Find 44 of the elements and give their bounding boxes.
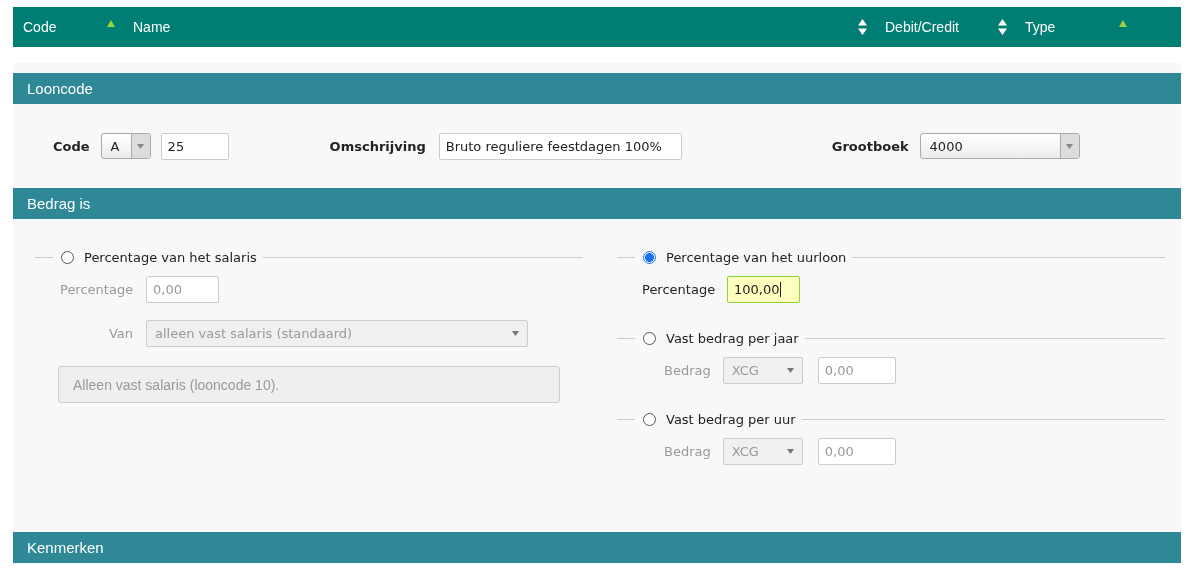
amount-input[interactable]: 0,00 xyxy=(817,357,896,384)
radio-button[interactable] xyxy=(643,412,656,426)
field-label: Percentage xyxy=(642,282,715,297)
field-label: Omschrijving xyxy=(329,138,426,154)
section-title: Bedrag is xyxy=(27,195,91,212)
amount-input[interactable]: 0,00 xyxy=(817,438,896,465)
currency-dropdown[interactable]: XCG xyxy=(722,357,803,384)
option-label[interactable]: Percentage van het uurloon xyxy=(666,249,847,265)
field-label: Bedrag xyxy=(664,363,711,378)
dropdown[interactable]: alleen vast salaris (standaard) xyxy=(146,320,528,347)
percentage-input[interactable]: 0,00 xyxy=(146,276,219,303)
description-input[interactable]: Bruto reguliere feestdagen 100% xyxy=(438,132,682,160)
radio-button[interactable] xyxy=(61,250,74,264)
field-label: Code xyxy=(53,138,90,154)
dropdown-arrow-icon xyxy=(512,331,519,336)
dropdown-arrow-icon xyxy=(137,143,145,149)
code-input[interactable]: 25 xyxy=(160,132,229,160)
option-label[interactable]: Percentage van het salaris xyxy=(84,249,257,265)
column-header[interactable]: Type xyxy=(1025,19,1056,35)
info-note: Alleen vast salaris (looncode 10). xyxy=(58,366,560,403)
radio-button[interactable] xyxy=(643,250,656,264)
section-title: Looncode xyxy=(27,80,93,97)
percentage-input[interactable]: 100,00 xyxy=(727,276,800,303)
option-label[interactable]: Vast bedrag per uur xyxy=(666,411,796,427)
ledger-select[interactable]: 4000 xyxy=(919,133,1080,159)
sort-icon[interactable] xyxy=(858,19,867,35)
radio-button[interactable] xyxy=(643,331,656,345)
field-label: Bedrag xyxy=(664,444,711,459)
field-label: Grootboek xyxy=(831,138,909,154)
sort-ascending-icon[interactable] xyxy=(1119,19,1127,27)
dropdown-arrow-icon xyxy=(786,368,794,373)
currency-dropdown[interactable]: XCG xyxy=(722,438,803,465)
option-label[interactable]: Vast bedrag per jaar xyxy=(666,330,799,346)
sort-ascending-icon[interactable] xyxy=(107,19,115,27)
field-label: Van xyxy=(107,326,133,341)
column-header[interactable]: Code xyxy=(23,19,57,35)
dropdown-arrow-icon xyxy=(786,449,794,454)
section-title: Kenmerken xyxy=(27,539,104,556)
code-select[interactable]: A xyxy=(100,133,151,159)
column-header[interactable]: Name xyxy=(133,19,171,35)
sort-icon[interactable] xyxy=(998,19,1007,35)
field-label: Percentage xyxy=(60,282,133,297)
dropdown-arrow-icon xyxy=(1066,143,1074,149)
column-header[interactable]: Debit/Credit xyxy=(885,19,959,35)
